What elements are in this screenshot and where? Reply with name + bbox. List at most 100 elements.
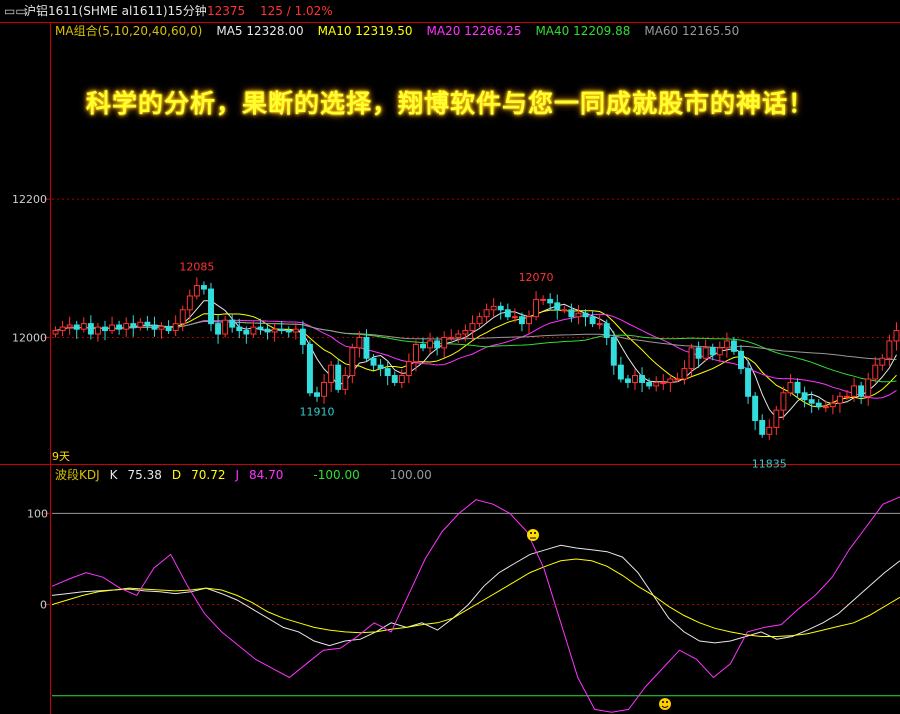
candle-body[interactable] bbox=[52, 330, 59, 335]
candle-body[interactable] bbox=[102, 326, 108, 332]
candle-body[interactable] bbox=[858, 385, 865, 397]
candle-body[interactable] bbox=[646, 381, 653, 387]
candle-body[interactable] bbox=[851, 385, 858, 397]
candle-body[interactable] bbox=[264, 328, 271, 333]
candle-body[interactable] bbox=[632, 375, 638, 383]
candle-body[interactable] bbox=[314, 392, 320, 397]
candle-body[interactable] bbox=[200, 285, 207, 290]
candle-body[interactable] bbox=[130, 323, 137, 328]
candle-body[interactable] bbox=[836, 395, 843, 404]
candle-body[interactable] bbox=[306, 343, 313, 394]
candle-body[interactable] bbox=[674, 378, 681, 381]
candle-body[interactable] bbox=[808, 399, 815, 404]
candle-body[interactable] bbox=[752, 395, 759, 421]
candle-body[interactable] bbox=[547, 298, 554, 304]
candle-body[interactable] bbox=[59, 326, 66, 332]
candle-body[interactable] bbox=[271, 328, 278, 333]
candle-body[interactable] bbox=[780, 392, 787, 411]
candle-body[interactable] bbox=[123, 323, 130, 330]
candle-body[interactable] bbox=[179, 309, 186, 325]
candle-body[interactable] bbox=[391, 375, 398, 383]
candle-body[interactable] bbox=[879, 357, 886, 366]
candle-body[interactable] bbox=[243, 330, 250, 335]
candle-body[interactable] bbox=[829, 402, 836, 408]
candle-body[interactable] bbox=[738, 350, 744, 370]
candle-body[interactable] bbox=[441, 336, 448, 349]
candle-body[interactable] bbox=[639, 375, 646, 383]
candle-body[interactable] bbox=[356, 336, 363, 349]
candle-body[interactable] bbox=[186, 295, 193, 311]
candle-body[interactable] bbox=[427, 340, 434, 349]
candle-body[interactable] bbox=[681, 368, 688, 380]
candle-body[interactable] bbox=[420, 343, 426, 349]
candle-body[interactable] bbox=[872, 364, 879, 380]
candle-body[interactable] bbox=[94, 326, 101, 335]
candle-body[interactable] bbox=[815, 402, 822, 408]
candle-body[interactable] bbox=[398, 375, 405, 383]
candle-body[interactable] bbox=[165, 325, 172, 332]
candle-body[interactable] bbox=[448, 336, 455, 339]
candle-body[interactable] bbox=[278, 328, 285, 332]
candle-body[interactable] bbox=[504, 309, 511, 318]
candle-body[interactable] bbox=[533, 298, 540, 318]
candle-body[interactable] bbox=[603, 323, 610, 338]
candle-body[interactable] bbox=[158, 325, 165, 330]
candle-body[interactable] bbox=[193, 285, 200, 297]
candle-body[interactable] bbox=[370, 357, 377, 366]
candle-body[interactable] bbox=[723, 340, 730, 349]
candlestick-series[interactable] bbox=[52, 277, 900, 440]
candle-body[interactable] bbox=[561, 309, 568, 312]
candle-body[interactable] bbox=[589, 316, 596, 325]
candle-body[interactable] bbox=[476, 316, 483, 325]
candle-body[interactable] bbox=[745, 368, 752, 397]
candle-body[interactable] bbox=[222, 319, 229, 335]
candle-body[interactable] bbox=[172, 323, 179, 332]
candle-body[interactable] bbox=[716, 347, 723, 356]
candle-body[interactable] bbox=[384, 368, 391, 377]
candle-body[interactable] bbox=[483, 309, 490, 318]
candle-body[interactable] bbox=[794, 381, 801, 394]
candle-body[interactable] bbox=[801, 392, 808, 401]
candle-body[interactable] bbox=[321, 381, 328, 397]
candle-body[interactable] bbox=[893, 330, 900, 342]
candle-body[interactable] bbox=[342, 375, 349, 390]
candle-body[interactable] bbox=[405, 361, 412, 377]
candle-body[interactable] bbox=[518, 316, 525, 325]
candle-body[interactable] bbox=[137, 321, 144, 328]
candle-body[interactable] bbox=[250, 326, 257, 335]
candle-body[interactable] bbox=[759, 419, 766, 435]
candle-body[interactable] bbox=[462, 330, 469, 335]
candle-body[interactable] bbox=[568, 309, 575, 318]
candle-body[interactable] bbox=[87, 323, 94, 335]
candle-body[interactable] bbox=[73, 324, 80, 330]
candle-body[interactable] bbox=[511, 316, 518, 319]
candle-body[interactable] bbox=[292, 328, 299, 333]
candle-body[interactable] bbox=[412, 343, 419, 363]
candle-body[interactable] bbox=[257, 326, 264, 330]
candle-body[interactable] bbox=[144, 321, 151, 326]
candle-body[interactable] bbox=[208, 288, 214, 325]
candle-body[interactable] bbox=[702, 347, 709, 359]
candle-body[interactable] bbox=[109, 324, 116, 332]
candle-body[interactable] bbox=[688, 347, 695, 370]
candle-body[interactable] bbox=[455, 333, 462, 338]
candle-body[interactable] bbox=[667, 378, 674, 383]
candle-body[interactable] bbox=[363, 336, 370, 359]
candle-body[interactable] bbox=[596, 323, 603, 326]
candle-body[interactable] bbox=[497, 305, 504, 311]
candle-body[interactable] bbox=[695, 347, 702, 359]
candle-body[interactable] bbox=[215, 323, 222, 335]
candle-body[interactable] bbox=[299, 328, 306, 345]
candle-body[interactable] bbox=[526, 316, 532, 325]
candle-body[interactable] bbox=[787, 381, 794, 394]
candle-body[interactable] bbox=[653, 381, 660, 387]
candle-body[interactable] bbox=[469, 323, 476, 332]
candle-body[interactable] bbox=[229, 319, 236, 328]
candle-body[interactable] bbox=[151, 324, 158, 330]
candle-body[interactable] bbox=[773, 409, 780, 428]
candle-body[interactable] bbox=[582, 312, 589, 318]
candle-body[interactable] bbox=[865, 378, 872, 397]
candle-body[interactable] bbox=[617, 364, 624, 380]
candle-body[interactable] bbox=[886, 340, 893, 359]
candle-body[interactable] bbox=[349, 347, 356, 377]
